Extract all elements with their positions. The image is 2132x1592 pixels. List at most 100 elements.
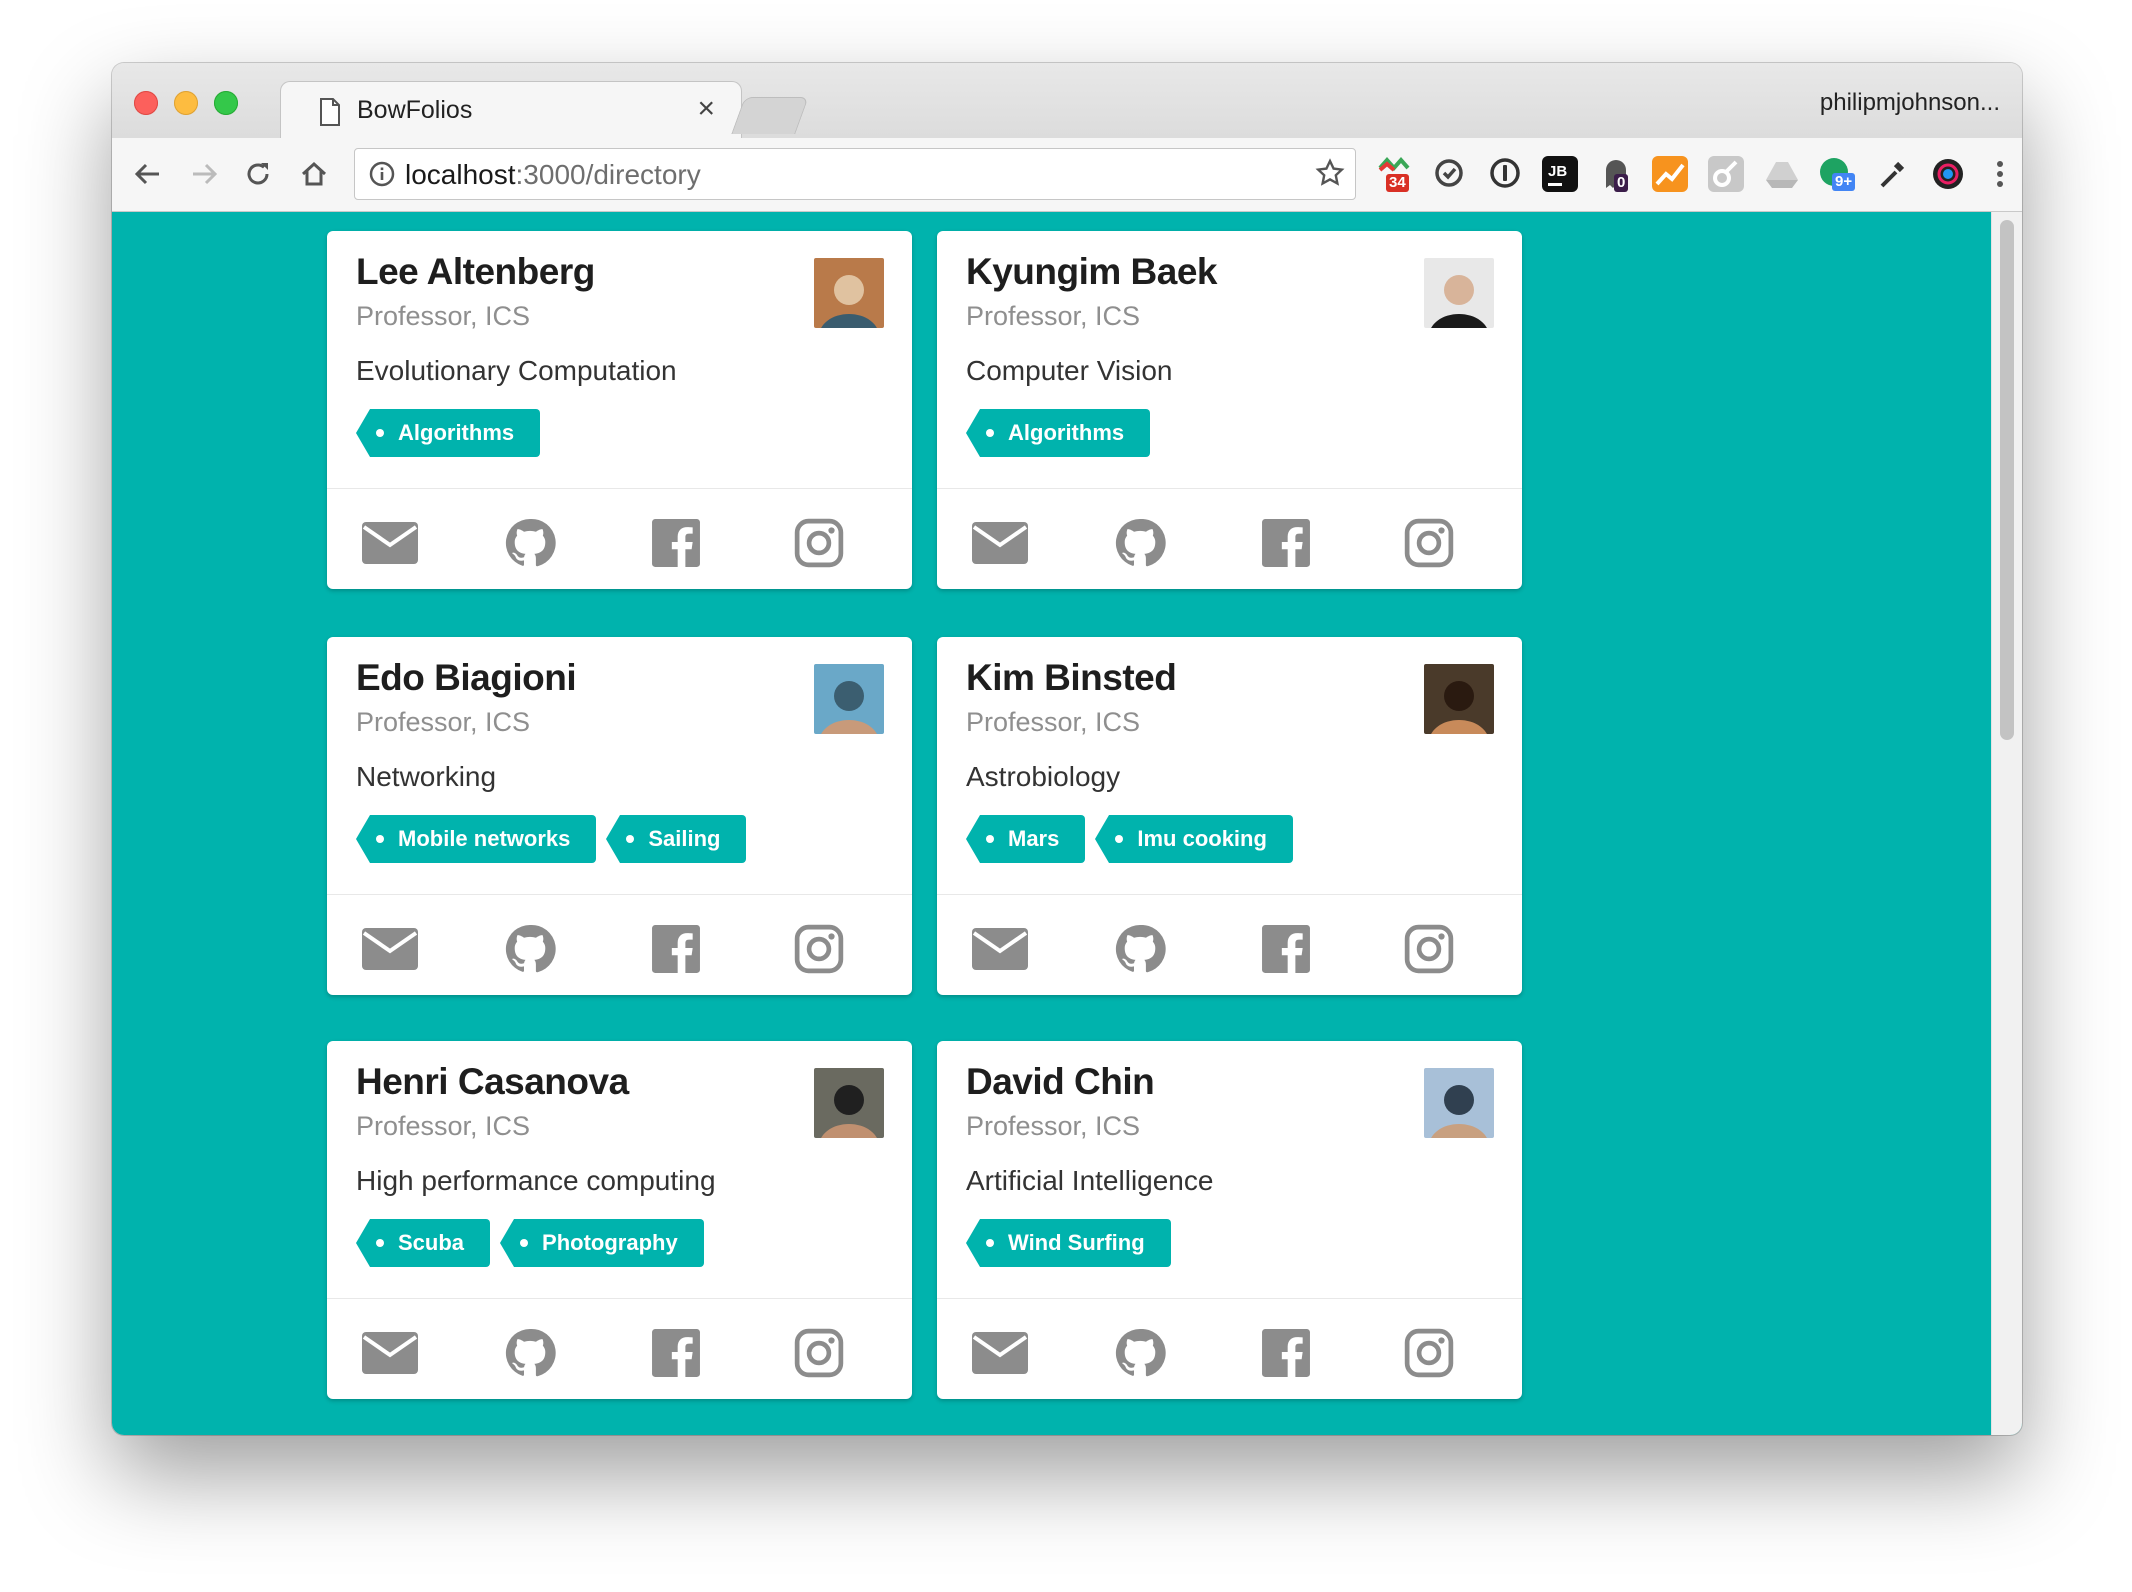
- avatar: [814, 1068, 884, 1138]
- onepassword-extension-icon[interactable]: [1488, 156, 1524, 192]
- facebook-icon[interactable]: [1261, 923, 1311, 975]
- envelope-icon[interactable]: [971, 923, 1029, 975]
- profile-name[interactable]: philipmjohnson...: [1820, 89, 2000, 117]
- github-icon[interactable]: [504, 1327, 556, 1379]
- profile-interest: Astrobiology: [966, 761, 1121, 792]
- info-icon[interactable]: [369, 161, 395, 192]
- browser-window: BowFolios × philipmjohnson... localhost:…: [112, 63, 2022, 1435]
- instagram-icon[interactable]: [794, 923, 844, 975]
- jetbrains-extension-icon[interactable]: JB: [1542, 156, 1578, 192]
- interest-tag[interactable]: Algorithms: [355, 409, 541, 457]
- profile-card: Kyungim Baek Professor, ICS Computer Visio…: [937, 231, 1522, 589]
- tag-list: Mars Imu cooking: [965, 815, 1293, 863]
- profile-name: Edo Biagioni: [356, 657, 577, 698]
- minimize-window-button[interactable]: [174, 91, 198, 115]
- address-bar[interactable]: localhost:3000/directory: [354, 148, 1356, 200]
- profile-interest: High performance computing: [356, 1165, 716, 1196]
- instagram-icon[interactable]: [794, 517, 844, 569]
- forward-arrow-icon: [193, 163, 218, 185]
- instagram-icon[interactable]: [1404, 923, 1454, 975]
- ghost-extension-icon[interactable]: 0: [1598, 156, 1634, 192]
- sync-extension-icon[interactable]: [1432, 156, 1468, 192]
- github-icon[interactable]: [1114, 923, 1166, 975]
- interest-tag[interactable]: Mars: [965, 815, 1086, 863]
- profile-interest: Evolutionary Computation: [356, 355, 677, 386]
- document-icon: [319, 98, 341, 131]
- drive-extension-icon[interactable]: [1764, 156, 1800, 192]
- profile-title: Professor, ICS: [966, 707, 1141, 737]
- tab-title: BowFolios: [357, 96, 473, 124]
- instagram-icon[interactable]: [794, 1327, 844, 1379]
- interest-tag[interactable]: Algorithms: [965, 409, 1151, 457]
- facebook-icon[interactable]: [1261, 517, 1311, 569]
- scrollbar-thumb[interactable]: [2000, 220, 2014, 740]
- zoom-window-button[interactable]: [214, 91, 238, 115]
- url-text: localhost:3000/directory: [405, 159, 701, 190]
- avatar: [814, 258, 884, 328]
- social-links: [937, 895, 1522, 995]
- social-links: [937, 1299, 1522, 1399]
- back-button[interactable]: [130, 156, 166, 192]
- close-window-button[interactable]: [134, 91, 158, 115]
- profile-title: Professor, ICS: [356, 1111, 531, 1141]
- page-content: Lee Altenberg Professor, ICS Evolutionary …: [112, 212, 2022, 1435]
- profile-name: David Chin: [966, 1061, 1155, 1102]
- interest-tag[interactable]: Mobile networks: [355, 815, 597, 863]
- interest-tag[interactable]: Scuba: [355, 1219, 491, 1267]
- profile-name: Lee Altenberg: [356, 251, 595, 292]
- eyedropper-extension-icon[interactable]: [1874, 156, 1910, 192]
- tab-close-button[interactable]: ×: [697, 92, 715, 126]
- profile-interest: Computer Vision: [966, 355, 1173, 386]
- profile-interest: Artificial Intelligence: [966, 1165, 1214, 1196]
- facebook-icon[interactable]: [651, 1327, 701, 1379]
- interest-tag[interactable]: Wind Surfing: [966, 1219, 1171, 1267]
- profile-interest: Networking: [356, 761, 497, 792]
- notifications-extension-icon[interactable]: 9+: [1818, 156, 1856, 192]
- window-controls: [134, 91, 238, 115]
- avatar: [1424, 1068, 1494, 1138]
- interest-tag[interactable]: Imu cooking: [1095, 815, 1293, 863]
- github-icon[interactable]: [1114, 517, 1166, 569]
- github-icon[interactable]: [504, 517, 556, 569]
- reload-button[interactable]: [240, 156, 276, 192]
- instagram-icon[interactable]: [1404, 517, 1454, 569]
- bookmark-star-icon[interactable]: [1315, 158, 1345, 193]
- forward-button[interactable]: [186, 156, 222, 192]
- new-tab-button[interactable]: [731, 97, 809, 134]
- scrollbar[interactable]: [1991, 212, 2022, 1435]
- instagram-icon[interactable]: [1404, 1327, 1454, 1379]
- facebook-icon[interactable]: [651, 923, 701, 975]
- social-links: [937, 489, 1522, 589]
- profile-card: Kim Binsted Professor, ICS Astrobiology Mar…: [937, 637, 1522, 995]
- interest-tag[interactable]: Photography: [500, 1219, 704, 1267]
- home-button[interactable]: [296, 156, 332, 192]
- github-icon[interactable]: [1114, 1327, 1166, 1379]
- facebook-icon[interactable]: [651, 517, 701, 569]
- color-picker-extension-icon[interactable]: [1930, 156, 1966, 192]
- profile-card: Edo Biagioni Professor, ICS Networking Mobi…: [327, 637, 912, 995]
- envelope-icon[interactable]: [361, 517, 419, 569]
- profile-name: Kim Binsted: [966, 657, 1177, 698]
- facebook-icon[interactable]: [1261, 1327, 1311, 1379]
- github-icon[interactable]: [504, 923, 556, 975]
- profile-card: Lee Altenberg Professor, ICS Evolutionary …: [327, 231, 912, 589]
- browser-menu-button[interactable]: [1982, 156, 2018, 192]
- envelope-icon[interactable]: [971, 517, 1029, 569]
- avatar: [1424, 258, 1494, 328]
- tool-extension-icon[interactable]: [1708, 156, 1744, 192]
- browser-tab[interactable]: BowFolios ×: [280, 81, 742, 140]
- profile-card: David Chin Professor, ICS Artificial Intel…: [937, 1041, 1522, 1399]
- reload-icon: [247, 163, 269, 185]
- envelope-icon[interactable]: [361, 1327, 419, 1379]
- analytics-extension-icon[interactable]: [1652, 156, 1688, 192]
- social-links: [327, 895, 912, 995]
- envelope-icon[interactable]: [971, 1327, 1029, 1379]
- envelope-icon[interactable]: [361, 923, 419, 975]
- calendar-extension-icon[interactable]: 34: [1376, 156, 1412, 192]
- tag-list: Algorithms: [355, 409, 541, 457]
- interest-tag[interactable]: Sailing: [606, 815, 747, 863]
- notifications-badge: 9+: [1832, 173, 1856, 191]
- home-icon: [301, 161, 327, 186]
- profile-title: Professor, ICS: [966, 301, 1141, 331]
- profile-name: Henri Casanova: [356, 1061, 629, 1102]
